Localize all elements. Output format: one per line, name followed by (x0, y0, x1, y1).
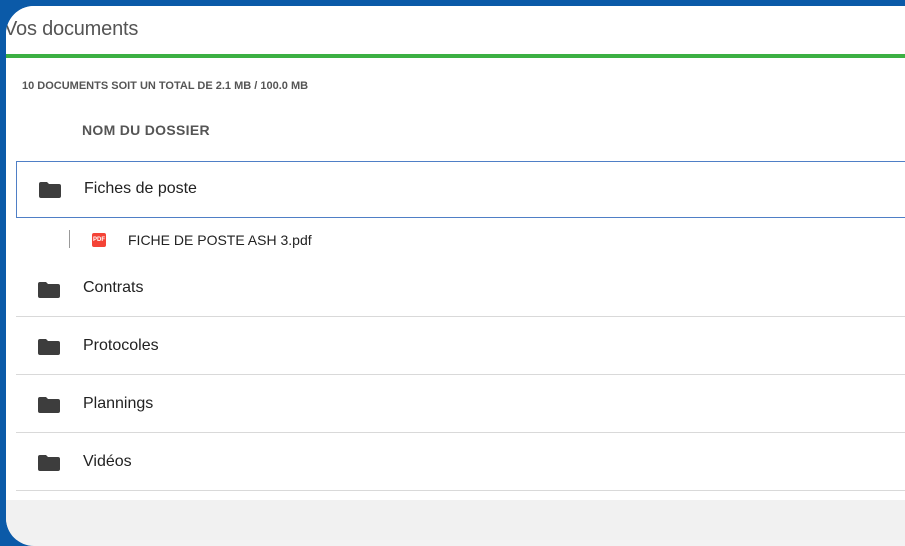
folder-icon (38, 455, 60, 471)
folder-row-fiches-de-poste[interactable]: Fiches de poste (16, 161, 905, 218)
pdf-icon: PDF (92, 233, 106, 247)
panel-footer (6, 500, 905, 540)
folder-row-protocoles[interactable]: Protocoles (16, 317, 905, 375)
folder-row-contrats[interactable]: Contrats (16, 260, 905, 317)
storage-summary: 10 DOCUMENTS SOIT UN TOTAL DE 2.1 MB / 1… (22, 80, 309, 92)
folder-icon (38, 339, 60, 355)
folder-icon (39, 182, 61, 198)
folder-label: Protocoles (83, 337, 159, 354)
folder-label: Contrats (83, 279, 144, 296)
panel-title: Vos documents (6, 18, 139, 40)
file-row-fiche-de-poste-ash-3[interactable]: PDF FICHE DE POSTE ASH 3.pdf (16, 224, 905, 260)
tree-connector (69, 230, 70, 248)
panel-header: Vos documents (6, 6, 905, 54)
document-list: 10 DOCUMENTS SOIT UN TOTAL DE 2.1 MB / 1… (6, 58, 905, 500)
column-header-folder-name[interactable]: NOM DU DOSSIER (82, 122, 210, 138)
documents-panel: Vos documents 10 DOCUMENTS SOIT UN TOTAL… (6, 6, 905, 546)
folder-label: Fiches de poste (84, 180, 197, 197)
folder-icon (38, 397, 60, 413)
folder-row-videos[interactable]: Vidéos (16, 433, 905, 491)
folder-row-plannings[interactable]: Plannings (16, 375, 905, 433)
folder-label: Plannings (83, 395, 154, 412)
file-label: FICHE DE POSTE ASH 3.pdf (128, 232, 312, 248)
folder-icon (38, 282, 60, 298)
folder-label: Vidéos (83, 453, 132, 470)
